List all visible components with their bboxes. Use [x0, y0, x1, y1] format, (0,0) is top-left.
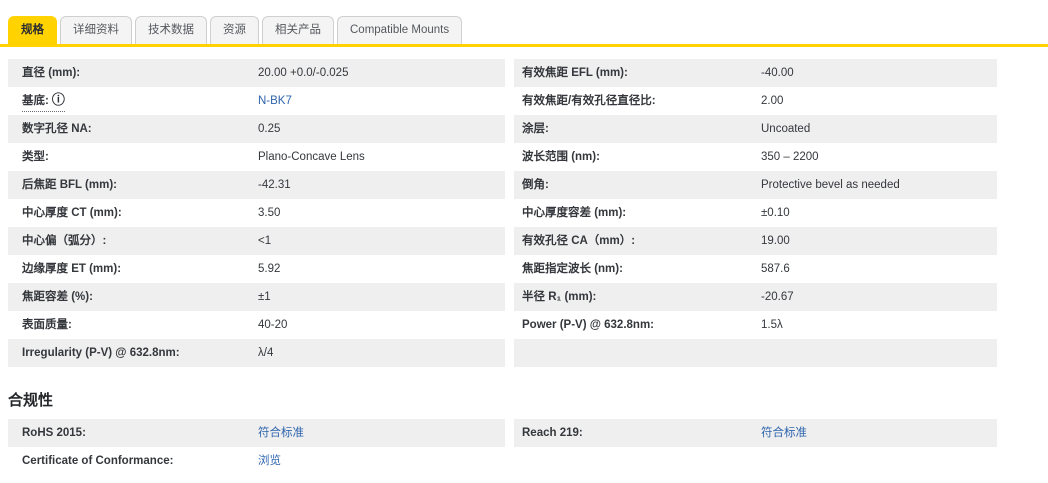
spec-label: 数字孔径 NA: [22, 123, 92, 135]
spec-label [514, 339, 761, 367]
spec-value: 1.5λ [761, 319, 783, 331]
spec-value: -40.00 [761, 67, 794, 79]
compliance-table-right: Reach 219: 符合标准 [514, 419, 997, 475]
spec-row: 边缘厚度 ET (mm): 5.92 [8, 255, 505, 283]
spec-value: 587.6 [761, 263, 790, 275]
spec-value: λ/4 [258, 347, 274, 359]
tab-3[interactable]: 资源 [210, 16, 259, 44]
spec-label: 中心厚度 CT (mm): [22, 207, 122, 219]
spec-label: Power (P-V) @ 632.8nm: [522, 319, 654, 331]
spec-label: 倒角: [522, 179, 549, 191]
spec-value: ±0.10 [761, 207, 790, 219]
spec-value: Plano-Concave Lens [258, 151, 365, 163]
spec-row: 类型: Plano-Concave Lens [8, 143, 505, 171]
spec-label: 涂层: [522, 123, 549, 135]
spec-label: 波长范围 (nm): [522, 151, 600, 163]
spec-value: 5.92 [258, 263, 281, 275]
spec-value: -42.31 [258, 179, 291, 191]
spec-table-left: 直径 (mm): 20.00 +0.0/-0.025 基底: ⓘ N-BK7 数字孔径 N… [8, 59, 505, 367]
spec-label: 后焦距 BFL (mm): [22, 179, 117, 191]
spec-row: 涂层: Uncoated [514, 115, 997, 143]
spec-label: 有效焦距/有效孔径直径比: [522, 95, 656, 107]
spec-label: 边缘厚度 ET (mm): [22, 263, 122, 275]
tab-4[interactable]: 相关产品 [262, 16, 334, 44]
compliance-section: RoHS 2015: 符合标准 Certificate of Conformance… [8, 419, 1048, 475]
spec-value: -20.67 [761, 291, 794, 303]
compliance-label: Reach 219: [522, 427, 583, 439]
tab-2[interactable]: 技术数据 [135, 16, 207, 44]
spec-table-right: 有效焦距 EFL (mm): -40.00 有效焦距/有效孔径直径比: 2.00 涂层:… [514, 59, 997, 367]
spec-row: 倒角: Protective bevel as needed [514, 171, 997, 199]
tooltip-term[interactable]: 基底: ⓘ [22, 90, 65, 112]
compliance-row: RoHS 2015: 符合标准 [8, 419, 505, 447]
spec-row: 基底: ⓘ N-BK7 [8, 87, 505, 115]
spec-label: 类型: [22, 151, 49, 163]
spec-label: 表面质量: [22, 319, 72, 331]
spec-value-link[interactable]: N-BK7 [258, 87, 292, 115]
specifications-section: 直径 (mm): 20.00 +0.0/-0.025 基底: ⓘ N-BK7 数字孔径 N… [8, 59, 1048, 367]
tab-0[interactable]: 规格 [8, 16, 57, 44]
spec-label: Irregularity (P-V) @ 632.8nm: [22, 347, 180, 359]
compliance-heading: 合规性 [8, 392, 54, 409]
spec-value: Uncoated [761, 123, 811, 135]
spec-row: 有效焦距 EFL (mm): -40.00 [514, 59, 997, 87]
spec-value: 0.25 [258, 123, 281, 135]
spec-row: 中心厚度容差 (mm): ±0.10 [514, 199, 997, 227]
spec-value: 2.00 [761, 95, 784, 107]
spec-value: <1 [258, 235, 272, 247]
spec-row: 数字孔径 NA: 0.25 [8, 115, 505, 143]
info-icon[interactable]: ⓘ [52, 92, 65, 107]
spec-label: 焦距指定波长 (nm): [522, 263, 623, 275]
spec-row: 后焦距 BFL (mm): -42.31 [8, 171, 505, 199]
spec-row: 半径 R₁ (mm): -20.67 [514, 283, 997, 311]
spec-value: 20.00 +0.0/-0.025 [258, 67, 349, 79]
spec-row: 有效焦距/有效孔径直径比: 2.00 [514, 87, 997, 115]
spec-row [514, 339, 997, 367]
spec-row: 中心厚度 CT (mm): 3.50 [8, 199, 505, 227]
spec-label: 基底: ⓘ [8, 87, 258, 115]
spec-row: 焦距指定波长 (nm): 587.6 [514, 255, 997, 283]
compliance-label: RoHS 2015: [22, 427, 86, 439]
compliance-label: Certificate of Conformance: [22, 455, 174, 467]
compliance-table-left: RoHS 2015: 符合标准 Certificate of Conformance… [8, 419, 505, 475]
spec-row: 直径 (mm): 20.00 +0.0/-0.025 [8, 59, 505, 87]
spec-value: ±1 [258, 291, 271, 303]
spec-row: Irregularity (P-V) @ 632.8nm: λ/4 [8, 339, 505, 367]
spec-label: 半径 R₁ (mm): [522, 291, 597, 303]
tab-5[interactable]: Compatible Mounts [337, 16, 463, 44]
spec-row: Power (P-V) @ 632.8nm: 1.5λ [514, 311, 997, 339]
spec-row: 波长范围 (nm): 350 – 2200 [514, 143, 997, 171]
tab-1[interactable]: 详细资料 [60, 16, 132, 44]
spec-row: 有效孔径 CA（mm）: 19.00 [514, 227, 997, 255]
compliance-row: Reach 219: 符合标准 [514, 419, 997, 447]
compliance-value-link[interactable]: 浏览 [258, 447, 281, 475]
spec-row: 表面质量: 40-20 [8, 311, 505, 339]
spec-label: 直径 (mm): [22, 67, 81, 79]
spec-label: 中心偏（弧分）: [22, 235, 107, 247]
spec-label: 中心厚度容差 (mm): [522, 207, 627, 219]
spec-row: 焦距容差 (%): ±1 [8, 283, 505, 311]
spec-value: Protective bevel as needed [761, 179, 900, 191]
product-tab-bar: 规格 详细资料 技术数据 资源 相关产品 Compatible Mounts [0, 0, 1048, 47]
spec-label: 焦距容差 (%): [22, 291, 93, 303]
spec-value: 19.00 [761, 235, 790, 247]
spec-label: 有效孔径 CA（mm）: [522, 235, 636, 247]
compliance-value-link[interactable]: 符合标准 [761, 419, 807, 447]
compliance-value-link[interactable]: 符合标准 [258, 419, 304, 447]
spec-label: 有效焦距 EFL (mm): [522, 67, 628, 79]
compliance-row: Certificate of Conformance: 浏览 [8, 447, 505, 475]
spec-row: 中心偏（弧分）: <1 [8, 227, 505, 255]
spec-value: 40-20 [258, 319, 288, 331]
spec-value: 350 – 2200 [761, 151, 819, 163]
spec-value: 3.50 [258, 207, 281, 219]
